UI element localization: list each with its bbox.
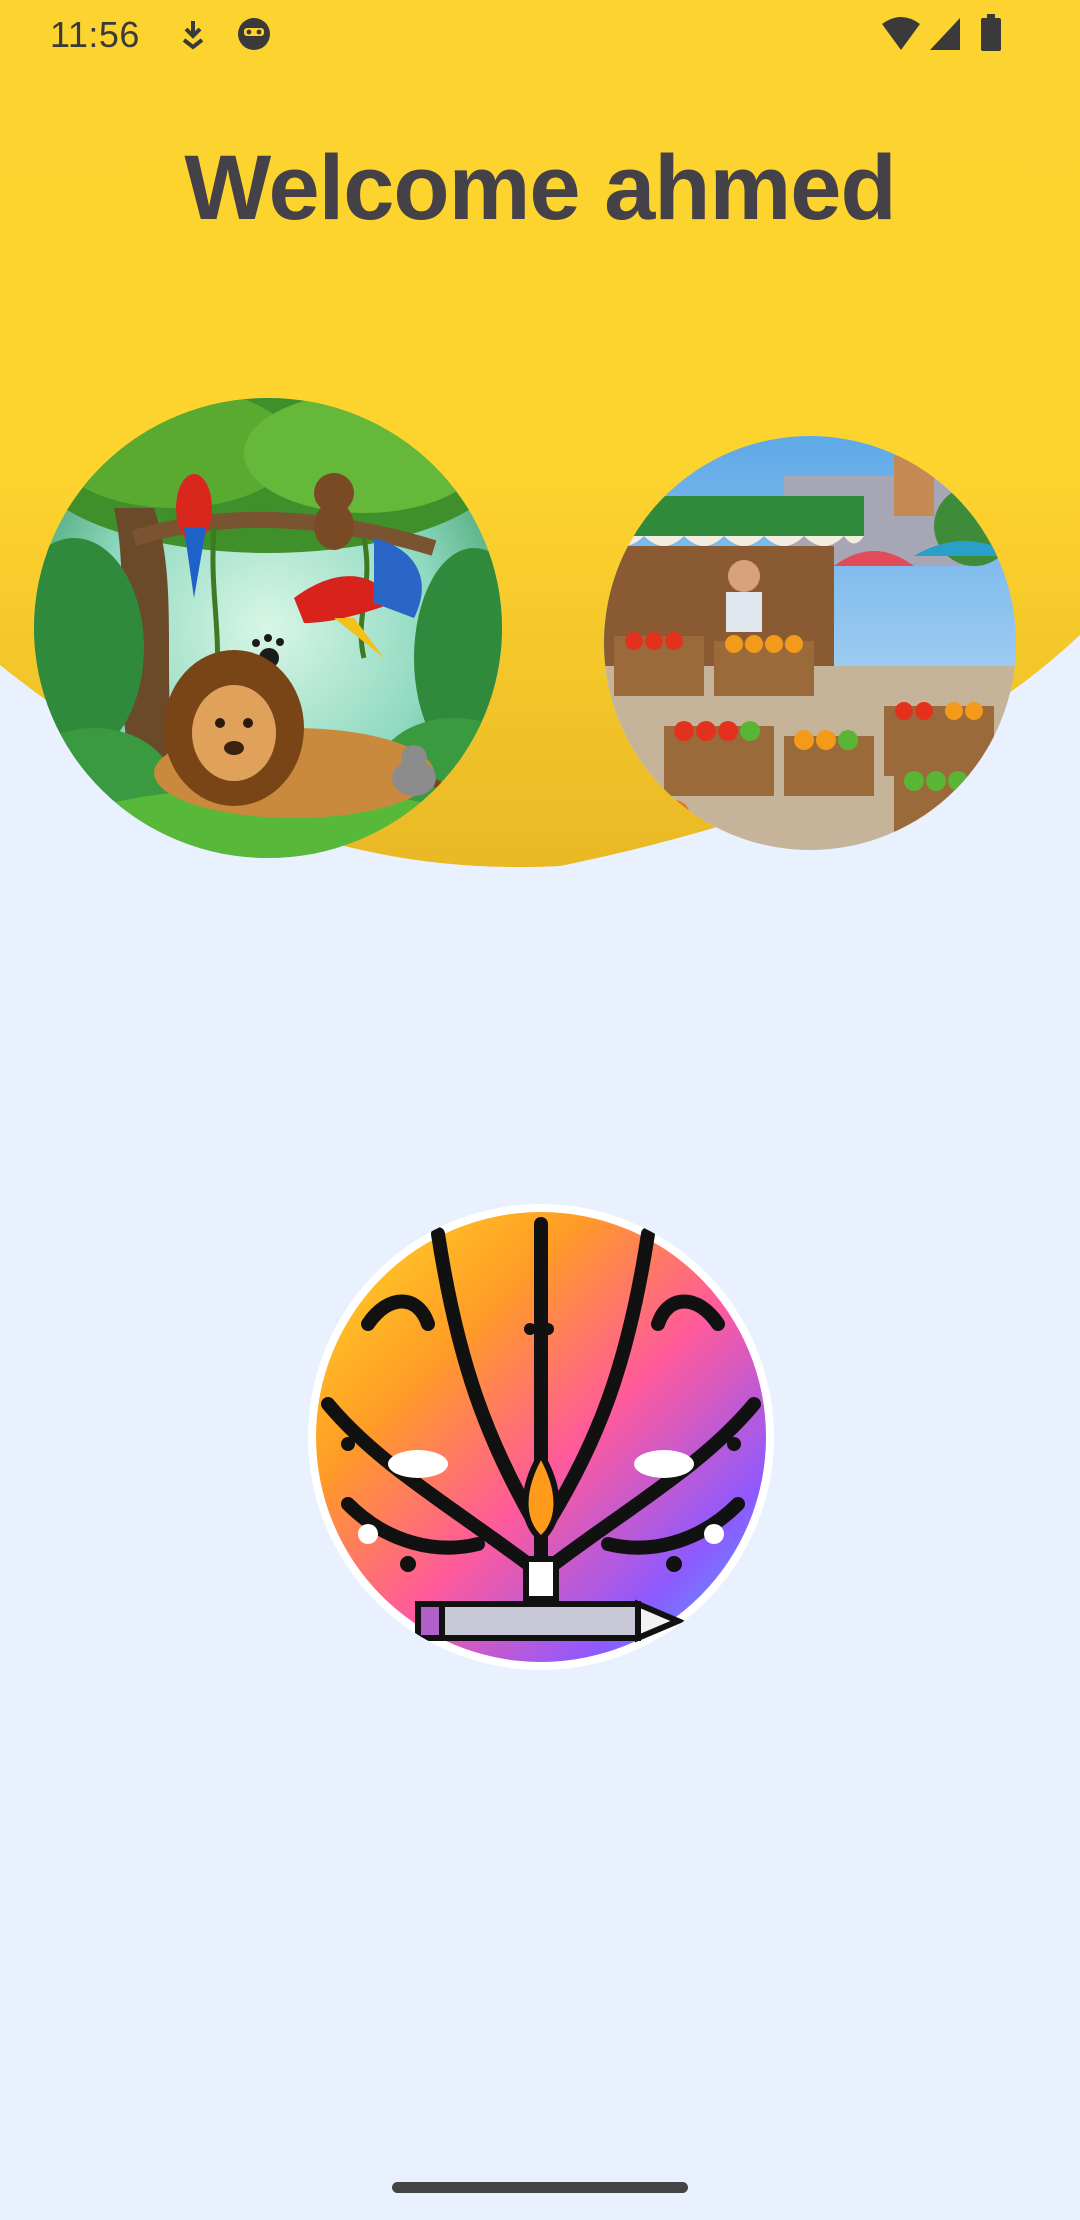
colorful-art-image[interactable] bbox=[308, 1204, 774, 1670]
market-stall-illustration bbox=[604, 436, 1016, 850]
colorful-pencil-tree-illustration bbox=[308, 1204, 774, 1670]
app-face-icon bbox=[236, 16, 272, 57]
wifi-icon bbox=[880, 16, 922, 57]
screen: 11:56 Welcome ahmed bbox=[0, 0, 1080, 2220]
welcome-title: Welcome ahmed bbox=[184, 137, 896, 239]
status-time: 11:56 bbox=[50, 14, 140, 55]
jungle-lion-parrots-illustration bbox=[34, 398, 502, 858]
status-bar: 11:56 bbox=[0, 0, 1080, 68]
download-arrow-icon bbox=[178, 18, 208, 55]
gesture-nav-handle[interactable] bbox=[392, 2182, 688, 2193]
fruit-market-image[interactable] bbox=[604, 436, 1016, 850]
jungle-animals-image[interactable] bbox=[34, 398, 502, 858]
cell-signal-icon bbox=[928, 16, 962, 57]
battery-icon bbox=[980, 14, 1002, 57]
